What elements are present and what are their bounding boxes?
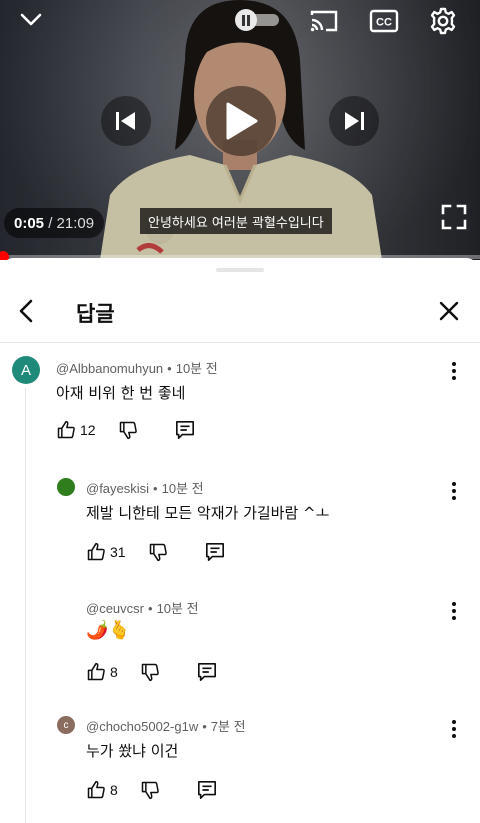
time-separator: / [44, 214, 57, 232]
thread-line [25, 388, 26, 823]
thumb-down-icon [119, 421, 137, 440]
more-options-button[interactable] [442, 596, 466, 626]
cast-icon [310, 10, 338, 32]
fullscreen-button[interactable] [433, 196, 475, 238]
video-player[interactable]: CC 0:05 / 21:09 안녕하세요 여러분 곽혈수입니다 [0, 0, 480, 260]
subtitle-caption: 안녕하세요 여러분 곽혈수입니다 [140, 208, 332, 234]
fullscreen-icon [441, 204, 467, 230]
captions-button[interactable]: CC [366, 5, 402, 37]
dislike-button[interactable] [118, 420, 138, 440]
close-button[interactable] [432, 294, 466, 328]
like-button[interactable]: 8 [86, 662, 118, 682]
comment-actions: 31 [86, 538, 226, 566]
avatar[interactable] [57, 478, 75, 496]
comment-author[interactable]: @fayeskisi [86, 481, 149, 496]
avatar[interactable] [57, 598, 75, 616]
comment-text: 누가 쐈냐 이건 [86, 742, 179, 760]
previous-video-button[interactable] [101, 96, 151, 146]
current-time: 0:05 [14, 214, 45, 232]
time-display: 0:05 / 21:09 [4, 208, 105, 238]
comment-author[interactable]: @ceuvcsr [86, 601, 144, 616]
header-divider [0, 342, 480, 343]
comment-actions: 8 [86, 658, 218, 686]
comment-author[interactable]: @chocho5002-g1w [86, 719, 198, 734]
minimize-chevron-button[interactable] [12, 6, 50, 34]
comment-time: 7분 전 [210, 719, 246, 734]
autoplay-knob [235, 9, 257, 31]
comment-actions: 12 [56, 416, 196, 444]
play-button[interactable] [206, 86, 276, 156]
reply-button[interactable] [204, 542, 226, 562]
chevron-down-icon [20, 13, 42, 26]
dislike-button[interactable] [140, 780, 160, 800]
next-video-button[interactable] [329, 96, 379, 146]
thumb-down-icon [141, 663, 159, 682]
more-vert-icon [452, 482, 456, 500]
skip-next-icon [345, 112, 364, 130]
avatar-letter: A [20, 361, 31, 379]
video-duration: 21:09 [56, 214, 95, 232]
reply-button[interactable] [196, 780, 218, 800]
avatar[interactable]: A [12, 356, 40, 384]
comment-time: 10분 전 [161, 481, 204, 496]
skip-previous-icon [116, 112, 135, 130]
thumb-up-icon [87, 662, 105, 681]
pause-icon [242, 14, 250, 26]
panel-header: 답글 [0, 286, 480, 336]
avatar-letter: c [63, 719, 69, 731]
reply-button[interactable] [174, 420, 196, 440]
like-button[interactable]: 12 [56, 420, 96, 440]
panel-title: 답글 [76, 302, 115, 326]
cc-label: CC [376, 17, 392, 29]
drag-handle[interactable] [216, 268, 264, 272]
like-count: 31 [110, 544, 126, 560]
comment-author[interactable]: @Albbanomuhyun [56, 361, 163, 376]
comment-meta: @ceuvcsr • 10분 전 [86, 601, 199, 616]
back-arrow-icon [19, 299, 33, 323]
reply-button[interactable] [196, 662, 218, 682]
comment-meta: @fayeskisi • 10분 전 [86, 481, 204, 496]
comment-time: 10분 전 [156, 601, 199, 616]
like-button[interactable]: 8 [86, 780, 118, 800]
comment-text: 🌶️🫰 [86, 620, 131, 641]
more-vert-icon [452, 602, 456, 620]
avatar[interactable]: c [57, 716, 75, 734]
comment-meta: @Albbanomuhyun • 10분 전 [56, 361, 218, 376]
back-button[interactable] [10, 294, 42, 328]
thumb-up-icon [87, 780, 105, 799]
thumb-down-icon [149, 543, 167, 562]
comment-text: 제발 니한테 모든 악재가 가길바람 ^ㅗ [86, 504, 330, 522]
comment-meta: @chocho5002-g1w • 7분 전 [86, 719, 246, 734]
like-count: 8 [110, 782, 118, 798]
comment-icon [197, 781, 216, 799]
cast-button[interactable] [306, 5, 342, 37]
play-icon [226, 102, 258, 140]
more-options-button[interactable] [442, 476, 466, 506]
close-icon [439, 301, 459, 321]
comment-time: 10분 전 [175, 361, 218, 376]
comment-icon [175, 421, 194, 439]
more-vert-icon [452, 720, 456, 738]
like-button[interactable]: 31 [86, 542, 126, 562]
replies-panel: 답글 A @Albbanomuhyun • 10분 전 아재 비위 한 번 좋네 1… [0, 258, 480, 823]
like-count: 12 [80, 422, 96, 438]
comment-text: 아재 비위 한 번 좋네 [56, 384, 186, 402]
dislike-button[interactable] [140, 662, 160, 682]
settings-button[interactable] [424, 3, 462, 39]
dislike-button[interactable] [148, 542, 168, 562]
autoplay-toggle[interactable] [233, 8, 283, 32]
thumb-down-icon [141, 781, 159, 800]
more-options-button[interactable] [442, 714, 466, 744]
thumb-up-icon [57, 420, 75, 439]
like-count: 8 [110, 664, 118, 680]
more-options-button[interactable] [442, 356, 466, 386]
gear-icon [430, 7, 456, 35]
comment-icon [197, 663, 216, 681]
comment-actions: 8 [86, 776, 218, 804]
cc-icon: CC [369, 9, 399, 33]
comment-icon [205, 543, 224, 561]
thumb-up-icon [87, 542, 105, 561]
more-vert-icon [452, 362, 456, 380]
